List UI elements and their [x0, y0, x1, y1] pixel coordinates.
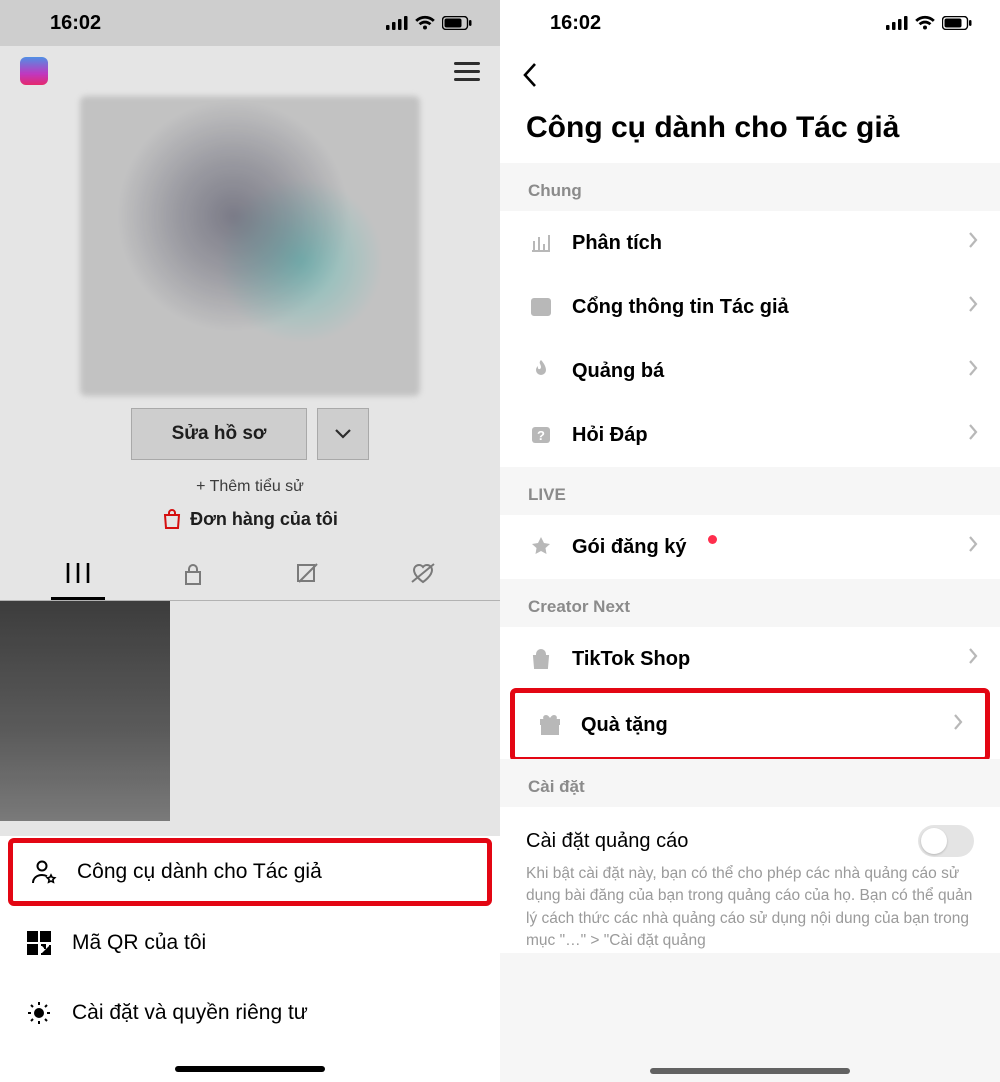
item-label: Hỏi Đáp [572, 424, 648, 447]
item-gifts[interactable]: Quà tặng [515, 693, 985, 757]
portal-icon [528, 297, 554, 317]
chart-icon [528, 233, 554, 253]
chevron-right-icon [968, 647, 978, 671]
battery-icon [942, 16, 972, 30]
item-promote[interactable]: Quảng bá [500, 339, 1000, 403]
item-tiktok-shop[interactable]: TikTok Shop [500, 627, 1000, 691]
chevron-right-icon [953, 713, 963, 737]
item-label: Phân tích [572, 232, 662, 255]
settings-block: Cài đặt quảng cáo Khi bật cài đặt này, b… [500, 807, 1000, 953]
chevron-right-icon [968, 359, 978, 383]
item-qa[interactable]: ? Hỏi Đáp [500, 403, 1000, 467]
flame-icon [528, 360, 554, 382]
star-badge-icon [528, 536, 554, 558]
drawer-item-label: Công cụ dành cho Tác giả [77, 860, 322, 884]
page-title: Công cụ dành cho Tác giả [500, 99, 1000, 163]
drawer-item-label: Mã QR của tôi [72, 931, 206, 955]
gear-icon [24, 1000, 54, 1026]
item-creator-portal[interactable]: Cổng thông tin Tác giả [500, 275, 1000, 339]
list-creator-next: TikTok Shop Quà tặng [500, 627, 1000, 762]
section-header-general: Chung [500, 163, 1000, 211]
drawer-item-label: Cài đặt và quyền riêng tư [72, 1001, 308, 1025]
shop-icon [528, 648, 554, 670]
item-label: Quà tặng [581, 714, 668, 737]
status-icons [886, 15, 972, 31]
back-button[interactable] [522, 62, 538, 93]
home-indicator [650, 1068, 850, 1074]
cellular-icon [886, 16, 908, 30]
section-header-live: LIVE [500, 467, 1000, 515]
phone-creator-tools: 16:02 Công cụ dành cho Tác giả Chung Phâ… [500, 0, 1000, 1082]
list-general: Phân tích Cổng thông tin Tác giả Quảng b… [500, 211, 1000, 467]
gift-icon [537, 714, 563, 736]
item-label: Quảng bá [572, 360, 664, 383]
item-label: Gói đăng ký [572, 536, 686, 559]
svg-text:?: ? [537, 428, 545, 443]
drawer-item-creator-tools[interactable]: Công cụ dành cho Tác giả [8, 838, 492, 906]
section-header-creator-next: Creator Next [500, 579, 1000, 627]
notification-dot [708, 535, 717, 544]
ad-settings-toggle[interactable] [918, 825, 974, 857]
qr-icon [24, 930, 54, 956]
ad-settings-description: Khi bật cài đặt này, bạn có thể cho phép… [500, 861, 1000, 953]
highlight-gifts: Quà tặng [510, 688, 990, 762]
clock: 16:02 [550, 12, 601, 35]
item-ad-settings[interactable]: Cài đặt quảng cáo [500, 807, 1000, 861]
item-label: TikTok Shop [572, 648, 690, 671]
drawer-item-my-qr[interactable]: Mã QR của tôi [0, 908, 500, 978]
item-label: Cài đặt quảng cáo [526, 830, 688, 853]
chevron-left-icon [522, 62, 538, 88]
item-analytics[interactable]: Phân tích [500, 211, 1000, 275]
phone-profile: 16:02 Sửa hồ sơ + Thêm tiểu sử Đơn hàng … [0, 0, 500, 1082]
list-live: Gói đăng ký [500, 515, 1000, 579]
chevron-right-icon [968, 295, 978, 319]
chevron-right-icon [968, 535, 978, 559]
home-indicator [175, 1066, 325, 1072]
item-label: Cổng thông tin Tác giả [572, 296, 789, 319]
item-subscription[interactable]: Gói đăng ký [500, 515, 1000, 579]
options-drawer: Công cụ dành cho Tác giả Mã QR của tôi C… [0, 836, 500, 1082]
section-header-settings: Cài đặt [500, 759, 1000, 807]
status-bar: 16:02 [500, 0, 1000, 46]
chevron-right-icon [968, 231, 978, 255]
chevron-right-icon [968, 423, 978, 447]
drawer-item-settings-privacy[interactable]: Cài đặt và quyền riêng tư [0, 978, 500, 1048]
person-star-icon [29, 859, 59, 885]
wifi-icon [914, 15, 936, 31]
question-icon: ? [528, 425, 554, 445]
nav-bar [500, 46, 1000, 99]
